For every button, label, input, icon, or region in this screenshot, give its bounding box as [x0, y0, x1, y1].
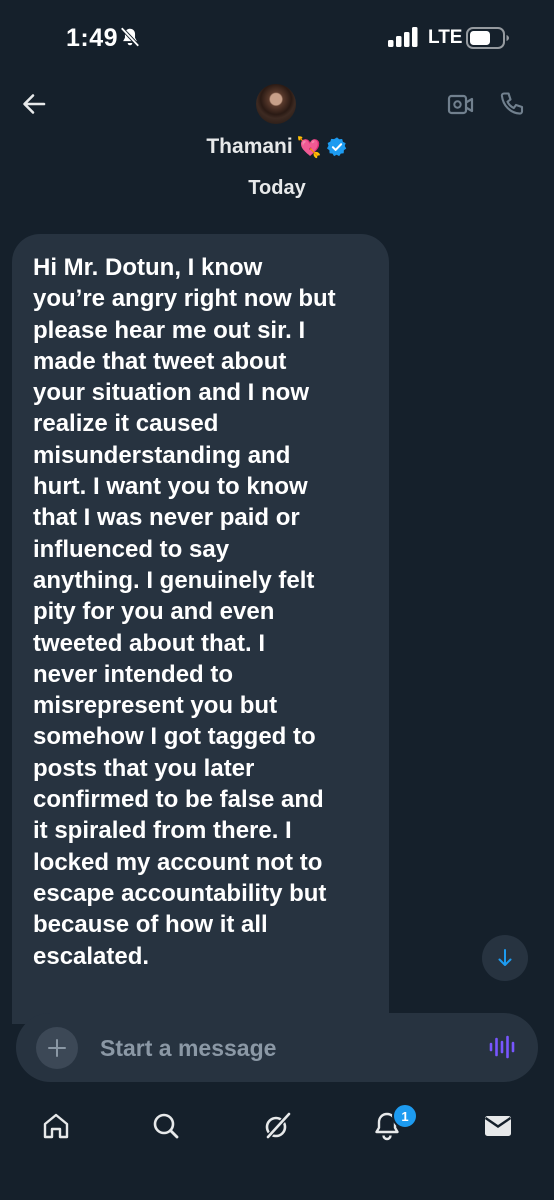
home-icon	[43, 1113, 69, 1139]
plus-icon	[48, 1039, 66, 1057]
tab-search[interactable]	[146, 1106, 186, 1146]
video-call-icon	[447, 94, 474, 115]
notifications-badge: 1	[392, 1103, 418, 1129]
status-bar: 1:49 LTE	[0, 0, 554, 70]
mail-icon	[484, 1116, 512, 1136]
voice-message-button[interactable]	[489, 1034, 515, 1065]
message-composer	[16, 1013, 538, 1082]
status-time: 1:49	[66, 24, 119, 52]
back-button[interactable]	[18, 88, 50, 120]
home-indicator	[0, 1180, 554, 1200]
arrow-down-icon	[498, 949, 512, 966]
message-text: Hi Mr. Dotun, I know you’re angry right …	[33, 254, 336, 970]
message-input[interactable]	[100, 1032, 460, 1064]
tab-grok[interactable]	[257, 1106, 297, 1146]
contact-name[interactable]: Thamani 💘	[0, 134, 554, 160]
voice-wave-icon	[489, 1035, 515, 1059]
battery-icon	[466, 27, 510, 54]
search-icon	[153, 1113, 179, 1139]
verified-badge-icon	[326, 137, 346, 157]
signal-bars-icon	[388, 27, 420, 52]
bell-slash-icon	[119, 26, 141, 53]
contact-avatar[interactable]	[256, 84, 296, 124]
phone-call-button[interactable]	[498, 90, 526, 123]
date-separator: Today	[248, 177, 306, 199]
message-bubble[interactable]: Hi Mr. Dotun, I know you’re angry right …	[12, 234, 389, 1024]
tab-home[interactable]	[36, 1106, 76, 1146]
grok-icon	[265, 1112, 291, 1139]
contact-name-text: Thamani	[206, 135, 293, 158]
phone-icon	[500, 92, 524, 115]
heart-arrow-emoji: 💘	[296, 135, 322, 159]
scroll-to-bottom-button[interactable]	[482, 935, 528, 981]
tab-messages[interactable]	[478, 1106, 518, 1146]
add-media-button[interactable]	[36, 1027, 78, 1069]
video-call-button[interactable]	[447, 92, 475, 123]
back-arrow-icon	[23, 94, 46, 114]
network-type: LTE	[428, 27, 463, 48]
